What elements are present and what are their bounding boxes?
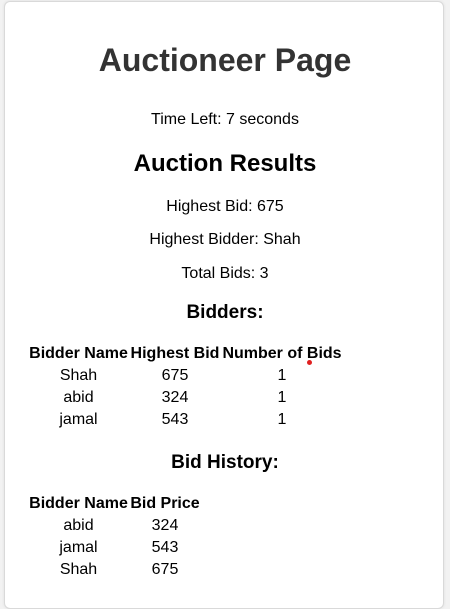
highest-bid-cell: 543 [161,411,189,428]
bidder-name-cell: Shah [59,367,98,384]
bid-history-heading: Bid History: [171,452,279,473]
table-row: jamal 543 1 [28,409,343,431]
table-header-row: Bidder Name Highest Bid Number of Bids [28,343,343,365]
column-header-highest-bid: Highest Bid [130,345,220,362]
number-of-bids-cell: 1 [277,411,287,428]
table-header-row: Bidder Name Bid Price [28,493,201,515]
table-row: Shah 675 1 [28,365,343,387]
bidders-table: Bidder Name Highest Bid Number of Bids S… [28,343,343,431]
bid-price-cell: 543 [151,539,179,556]
column-header-bidder-name: Bidder Name [29,495,128,512]
highest-bid-cell: 324 [161,389,189,406]
cursor-dot [307,360,312,365]
bid-history-table: Bidder Name Bid Price abid 324 jamal 543… [28,493,201,581]
highest-bid-text: Highest Bid: 675 [166,198,284,215]
table-row: abid 324 [28,515,201,537]
bidders-heading: Bidders: [186,302,264,323]
bidder-name-cell: jamal [59,411,98,428]
table-row: Shah 675 [28,559,201,581]
column-header-bidder-name: Bidder Name [29,345,128,362]
table-row: abid 324 1 [28,387,343,409]
bidder-name-cell: Shah [59,561,98,578]
column-header-number-of-bids: Number of Bids [222,345,342,362]
number-of-bids-cell: 1 [277,367,287,384]
bidder-name-cell: abid [63,389,94,406]
table-row: jamal 543 [28,537,201,559]
time-left-text: Time Left: 7 seconds [151,111,299,128]
bid-price-cell: 675 [151,561,179,578]
auction-results-heading: Auction Results [133,150,317,177]
bid-price-cell: 324 [151,517,179,534]
total-bids-text: Total Bids: 3 [181,265,269,282]
number-of-bids-cell: 1 [277,389,287,406]
highest-bid-cell: 675 [161,367,189,384]
highest-bidder-text: Highest Bidder: Shah [149,231,301,248]
column-header-bid-price: Bid Price [130,495,200,512]
page-title: Auctioneer Page [98,42,352,78]
bidder-name-cell: jamal [59,539,98,556]
bidder-name-cell: abid [63,517,94,534]
